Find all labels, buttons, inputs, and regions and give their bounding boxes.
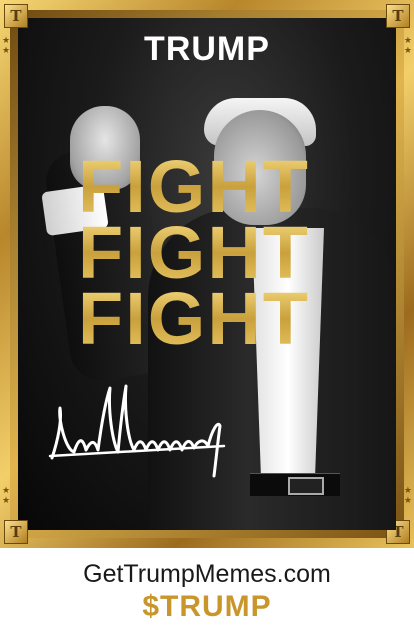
t-badge-icon: T	[4, 4, 28, 28]
poster-frame: T T T T ★ ★ ★ ★ ★ ★ ★ ★ TRUMP FIGHT FIGHT FI…	[0, 0, 414, 548]
star-icon: ★ ★	[2, 486, 11, 506]
poster-title: TRUMP	[144, 30, 270, 68]
t-badge-icon: T	[4, 520, 28, 544]
ticker-symbol: $TRUMP	[142, 590, 272, 623]
t-badge-icon: T	[386, 4, 410, 28]
corner-ornament-bottom-left: T	[0, 512, 36, 548]
belt-buckle	[288, 477, 324, 495]
website-url[interactable]: GetTrumpMemes.com	[0, 560, 414, 589]
signature-icon	[48, 384, 226, 478]
star-icon: ★ ★	[403, 486, 412, 506]
fight-text-line-3: FIGHT	[78, 282, 378, 356]
